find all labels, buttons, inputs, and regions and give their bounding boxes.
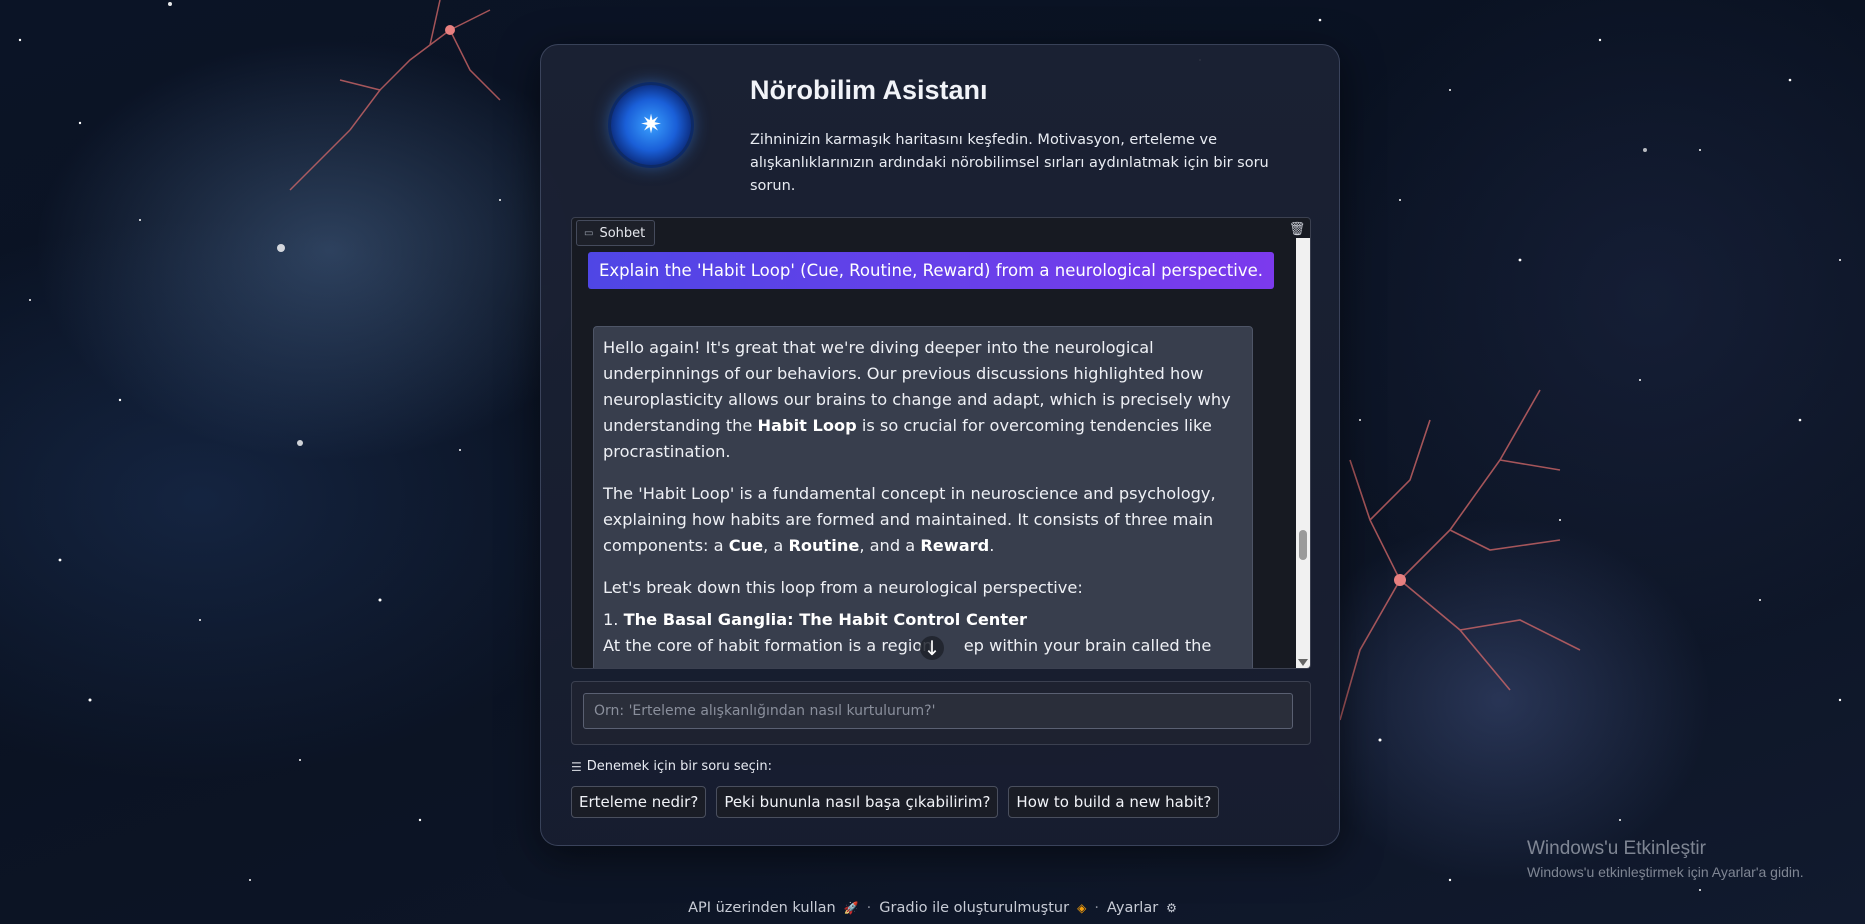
- windows-activation-watermark: Windows'u Etkinleştir Windows'u etkinleş…: [1527, 838, 1804, 880]
- activation-title: Windows'u Etkinleştir: [1527, 838, 1706, 859]
- footer-separator: ·: [866, 900, 872, 916]
- app-logo: ✷: [611, 85, 691, 165]
- user-message: Explain the 'Habit Loop' (Cue, Routine, …: [587, 252, 1274, 289]
- api-link[interactable]: API üzerinden kullan: [688, 900, 836, 916]
- list-icon: ☰: [571, 759, 582, 774]
- neuron-illustration-left: [289, 0, 501, 191]
- chatbot-label-text: Sohbet: [599, 225, 646, 241]
- rocket-icon: 🚀: [843, 901, 859, 915]
- star-icon: ✷: [640, 110, 662, 140]
- scroll-down-arrow-icon[interactable]: [1298, 659, 1308, 666]
- example-button-new-habit[interactable]: How to build a new habit?: [1008, 786, 1220, 818]
- bot-message: Hello again! It's great that we're divin…: [593, 326, 1253, 668]
- message-input[interactable]: [583, 693, 1293, 729]
- examples-list: Erteleme nedir? Peki bununla nasıl başa …: [571, 786, 1220, 818]
- scrollbar-thumb[interactable]: [1299, 530, 1307, 560]
- trash-icon[interactable]: 🗑: [1288, 220, 1306, 238]
- footer-separator: ·: [1094, 900, 1099, 916]
- settings-link[interactable]: Ayarlar: [1107, 900, 1158, 916]
- example-button-erteleme[interactable]: Erteleme nedir?: [571, 786, 707, 818]
- examples-label: ☰ Denemek için bir soru seçin:: [571, 759, 772, 774]
- arrow-down-icon[interactable]: ↓: [920, 636, 944, 660]
- gradio-logo-icon: ◈: [1077, 901, 1087, 915]
- chatbot-label: ▭ Sohbet: [576, 220, 656, 246]
- chatbot-panel: ▭ Sohbet 🗑 Explain the 'Habit Loop' (Cue…: [571, 217, 1311, 669]
- chat-icon: ▭: [584, 227, 594, 239]
- bot-paragraph: Hello again! It's great that we're divin…: [603, 338, 1231, 461]
- chat-scrollbar[interactable]: [1296, 238, 1310, 668]
- neuron-illustration-right: [1340, 389, 1581, 721]
- message-input-container: [571, 681, 1311, 745]
- bot-paragraph: The 'Habit Loop' is a fundamental concep…: [603, 484, 1216, 555]
- app-card: ✷ Nörobilim Asistanı Zihninizin karmaşık…: [540, 44, 1340, 846]
- footer: API üzerinden kullan 🚀 · Gradio ile oluş…: [0, 900, 1865, 916]
- gradio-link[interactable]: Gradio ile oluşturulmuştur: [879, 900, 1069, 916]
- activation-subtitle: Windows'u etkinleştirmek için Ayarlar'a …: [1527, 864, 1804, 880]
- page-subtitle: Zihninizin karmaşık haritasını keşfedin.…: [750, 132, 1269, 194]
- example-button-basa-cikma[interactable]: Peki bununla nasıl başa çıkabilirim?: [716, 786, 999, 818]
- gear-icon: ⚙: [1166, 901, 1177, 915]
- examples-label-text: Denemek için bir soru seçin:: [586, 759, 773, 774]
- bot-list-item: 1. The Basal Ganglia: The Habit Control …: [603, 610, 1028, 629]
- bot-paragraph: Let's break down this loop from a neurol…: [603, 578, 1083, 597]
- page-title: Nörobilim Asistanı: [750, 75, 988, 105]
